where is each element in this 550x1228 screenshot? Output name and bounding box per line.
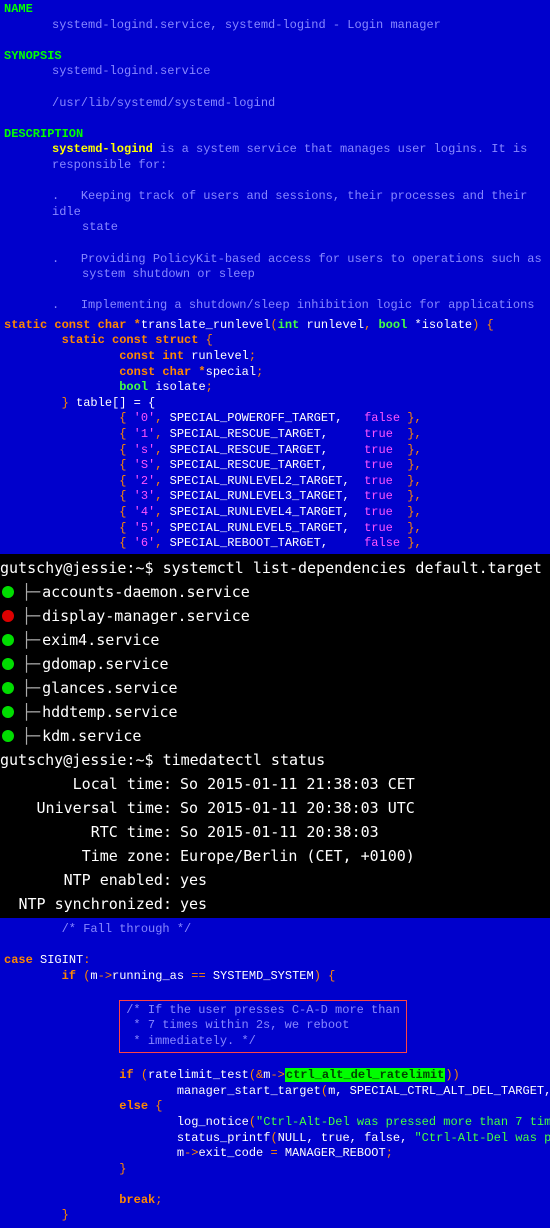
bullet-3: . Implementing a shutdown/sleep inhibiti…: [4, 298, 546, 314]
synopsis-line-1: systemd-logind.service: [4, 64, 546, 80]
service-item: ├─exim4.service: [0, 628, 550, 652]
service-item: ├─display-manager.service: [0, 604, 550, 628]
status-row: NTP synchronized:yes: [0, 892, 550, 916]
status-row: NTP enabled:yes: [0, 868, 550, 892]
name-header: NAME: [4, 2, 546, 18]
highlighted-variable: ctrl_alt_del_ratelimit: [285, 1068, 445, 1082]
command-2: timedatectl status: [163, 751, 326, 769]
bullet-2: . Providing PolicyKit-based access for u…: [4, 252, 546, 268]
prompt-line-1: gutschy@jessie:~$ systemctl list-depende…: [0, 556, 550, 580]
manpage-section: NAME systemd-logind.service, systemd-log…: [0, 0, 550, 316]
bullet-1: . Keeping track of users and sessions, t…: [4, 189, 546, 220]
status-dot-green: [2, 730, 14, 742]
status-dot-red: [2, 610, 14, 622]
service-item: ├─kdm.service: [0, 724, 550, 748]
service-item: ├─hddtemp.service: [0, 700, 550, 724]
status-row: Universal time:So 2015-01-11 20:38:03 UT…: [0, 796, 550, 820]
description-keyword: systemd-logind: [52, 142, 153, 156]
status-dot-green: [2, 682, 14, 694]
description-header: DESCRIPTION: [4, 127, 546, 143]
description-line-2: responsible for:: [4, 158, 546, 174]
status-row: RTC time:So 2015-01-11 20:38:03: [0, 820, 550, 844]
prompt-line-2: gutschy@jessie:~$ timedatectl status: [0, 748, 550, 772]
code-block-sigint: /* Fall through */ case SIGINT: if (m->r…: [0, 918, 550, 1228]
description-line: systemd-logind is a system service that …: [4, 142, 546, 158]
status-dot-green: [2, 658, 14, 670]
synopsis-header: SYNOPSIS: [4, 49, 546, 65]
synopsis-line-2: /usr/lib/systemd/systemd-logind: [4, 96, 546, 112]
status-dot-green: [2, 586, 14, 598]
status-row: Time zone:Europe/Berlin (CET, +0100): [0, 844, 550, 868]
code-block-runlevel: static const char *translate_runlevel(in…: [0, 316, 550, 554]
terminal-output: gutschy@jessie:~$ systemctl list-depende…: [0, 554, 550, 918]
status-row: Local time:So 2015-01-11 21:38:03 CET: [0, 772, 550, 796]
service-item: ├─gdomap.service: [0, 652, 550, 676]
service-item: ├─glances.service: [0, 676, 550, 700]
status-dot-green: [2, 706, 14, 718]
service-item: ├─accounts-daemon.service: [0, 580, 550, 604]
name-line: systemd-logind.service, systemd-logind -…: [4, 18, 546, 34]
status-dot-green: [2, 634, 14, 646]
highlighted-comment-box: /* If the user presses C-A-D more than *…: [119, 1000, 407, 1053]
command-1: systemctl list-dependencies default.targ…: [163, 559, 542, 577]
